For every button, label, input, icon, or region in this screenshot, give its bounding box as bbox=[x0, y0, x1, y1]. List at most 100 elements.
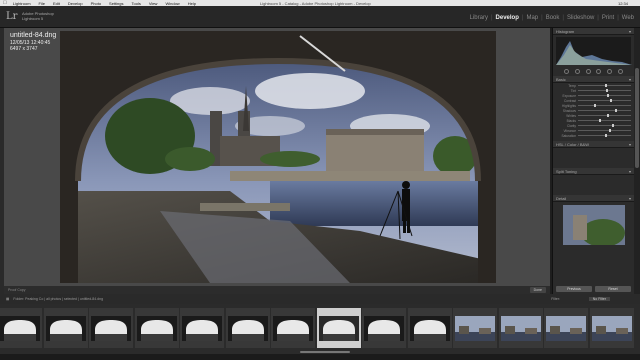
red-eye-icon[interactable] bbox=[585, 69, 591, 74]
window-bottom-edge bbox=[0, 354, 640, 360]
menu-tools[interactable]: Tools bbox=[132, 1, 141, 6]
collapse-triangle-icon[interactable]: ▾ bbox=[629, 77, 631, 82]
slider-knob[interactable] bbox=[612, 124, 615, 127]
slider-knob[interactable] bbox=[604, 84, 607, 87]
reset-button[interactable]: Reset bbox=[595, 286, 631, 292]
filmstrip-thumbnail[interactable] bbox=[89, 308, 133, 348]
filmstrip-thumbnail[interactable] bbox=[362, 308, 406, 348]
slider-track[interactable] bbox=[578, 84, 631, 87]
thumbnail-image bbox=[91, 316, 131, 341]
slider-track[interactable] bbox=[578, 114, 631, 117]
scrollbar-thumb[interactable] bbox=[635, 68, 639, 168]
menu-edit[interactable]: Edit bbox=[53, 1, 60, 6]
slider-track[interactable] bbox=[578, 124, 631, 127]
filmstrip-thumbnail[interactable] bbox=[43, 308, 88, 348]
collapse-triangle-icon[interactable]: ▾ bbox=[629, 196, 631, 201]
filter-select[interactable]: No Filter bbox=[588, 297, 610, 301]
spot-removal-icon[interactable] bbox=[574, 69, 580, 74]
filmstrip-thumbnail[interactable] bbox=[0, 308, 42, 348]
slider-knob[interactable] bbox=[609, 99, 612, 102]
slider-knob[interactable] bbox=[605, 89, 608, 92]
slider-track[interactable] bbox=[578, 89, 631, 92]
menu-window[interactable]: Window bbox=[165, 1, 179, 6]
filmstrip-thumbnail[interactable] bbox=[589, 308, 634, 348]
filmstrip-thumbnail[interactable] bbox=[407, 308, 452, 348]
hsl-panel-header[interactable]: HSL / Color / B&W ▾ bbox=[553, 141, 634, 148]
histogram-header[interactable]: Histogram ▾ bbox=[553, 28, 634, 35]
filmstrip-thumbnail[interactable] bbox=[544, 308, 588, 348]
basic-label: Basic bbox=[556, 77, 566, 82]
module-map[interactable]: Map bbox=[526, 15, 538, 21]
slider-knob[interactable] bbox=[607, 114, 610, 117]
done-button[interactable]: Done bbox=[529, 287, 546, 293]
slider-knob[interactable] bbox=[607, 94, 610, 97]
filmstrip-thumbnail[interactable] bbox=[134, 308, 179, 348]
slider-label: Clarity bbox=[566, 123, 576, 128]
develop-toolbar: Proof Copy Done bbox=[4, 286, 550, 294]
filmstrip-thumbnail[interactable] bbox=[498, 308, 543, 348]
menu-settings[interactable]: Settings bbox=[109, 1, 123, 6]
identity-plate: Lr Adobe Photoshop Lightroom 5 Library |… bbox=[0, 6, 640, 28]
detail-preview[interactable] bbox=[563, 205, 625, 247]
filmstrip-thumbnail[interactable] bbox=[316, 308, 361, 348]
split-toning-header[interactable]: Split Toning ▾ bbox=[553, 168, 634, 175]
radial-filter-icon[interactable] bbox=[607, 69, 613, 74]
slider-knob[interactable] bbox=[604, 134, 607, 137]
previous-button[interactable]: Previous bbox=[556, 286, 592, 292]
histogram[interactable] bbox=[556, 37, 632, 65]
slider-track[interactable] bbox=[578, 99, 631, 102]
basic-panel-header[interactable]: Basic ▾ bbox=[553, 76, 634, 83]
filmstrip-scrollbar[interactable] bbox=[300, 351, 350, 353]
collapse-triangle-icon[interactable]: ▾ bbox=[629, 29, 631, 34]
main-photo[interactable] bbox=[60, 31, 496, 283]
menu-help[interactable]: Help bbox=[188, 1, 196, 6]
module-separator: | bbox=[562, 15, 564, 21]
slider-knob[interactable] bbox=[608, 129, 611, 132]
grid-view-icon[interactable]: ▦ bbox=[6, 297, 9, 301]
collapse-triangle-icon[interactable]: ▾ bbox=[629, 169, 631, 174]
thumbnail-image bbox=[136, 316, 177, 341]
right-panel-scrollbar[interactable] bbox=[634, 28, 640, 294]
slider-label: Highlights bbox=[562, 103, 576, 108]
collapse-triangle-icon[interactable]: ▾ bbox=[629, 142, 631, 147]
module-separator: | bbox=[541, 15, 543, 21]
slider-track[interactable] bbox=[578, 129, 631, 132]
slider-knob[interactable] bbox=[615, 109, 618, 112]
develop-right-panel: Histogram ▾ Basic ▾ Temp Tint Exposure C… bbox=[552, 28, 634, 294]
adjustment-brush-icon[interactable] bbox=[618, 69, 624, 74]
detail-panel-header[interactable]: Detail ▾ bbox=[553, 195, 634, 202]
menu-photo[interactable]: Photo bbox=[91, 1, 101, 6]
menu-develop[interactable]: Develop bbox=[68, 1, 83, 6]
slider-track[interactable] bbox=[578, 134, 631, 137]
filmstrip-thumbnail[interactable] bbox=[225, 308, 270, 348]
module-develop[interactable]: Develop bbox=[496, 15, 519, 21]
slider-knob[interactable] bbox=[593, 104, 596, 107]
proof-copy-label[interactable]: Proof Copy bbox=[8, 288, 26, 292]
slider-label: Vibrance bbox=[563, 128, 576, 133]
menu-lightroom[interactable]: Lightroom bbox=[13, 1, 31, 6]
filmstrip-thumbnail[interactable] bbox=[271, 308, 315, 348]
slider-saturation[interactable]: Saturation bbox=[553, 133, 634, 138]
filmstrip-breadcrumb[interactable]: Folder: Peaking Co | all photos | select… bbox=[13, 297, 103, 301]
crop-tool-icon[interactable] bbox=[563, 69, 569, 74]
thumbnail-image bbox=[500, 316, 541, 341]
filmstrip-thumbnail[interactable] bbox=[180, 308, 224, 348]
menu-view[interactable]: View bbox=[149, 1, 158, 6]
lightroom-logo: Lr bbox=[6, 11, 18, 22]
module-web[interactable]: Web bbox=[622, 15, 634, 21]
thumbnail-image bbox=[591, 316, 632, 341]
filmstrip-thumbnail[interactable] bbox=[453, 308, 497, 348]
module-print[interactable]: Print bbox=[602, 15, 614, 21]
slider-track[interactable] bbox=[578, 104, 631, 107]
module-separator: | bbox=[521, 15, 524, 21]
slider-knob[interactable] bbox=[599, 119, 602, 122]
slider-track[interactable] bbox=[578, 109, 631, 112]
module-slideshow[interactable]: Slideshow bbox=[567, 15, 594, 21]
develop-workspace: untitled-84.dng 12/05/13 12:40:45 6497 x… bbox=[4, 28, 550, 286]
slider-track[interactable] bbox=[578, 94, 631, 97]
graduated-filter-icon[interactable] bbox=[596, 69, 602, 74]
module-book[interactable]: Book bbox=[546, 15, 560, 21]
menu-file[interactable]: File bbox=[39, 1, 45, 6]
slider-track[interactable] bbox=[578, 119, 631, 122]
module-library[interactable]: Library bbox=[470, 15, 488, 21]
